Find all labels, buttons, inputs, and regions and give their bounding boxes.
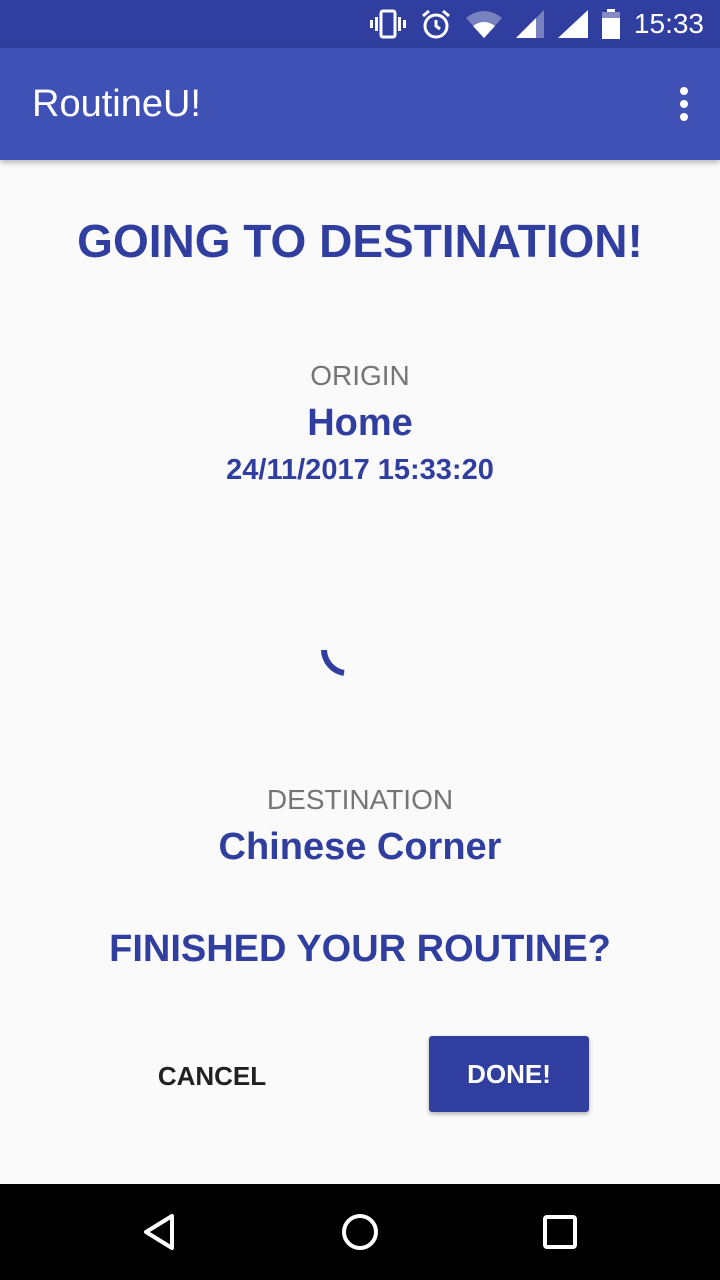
status-time: 15:33 (633, 8, 704, 39)
page-title: GOING TO DESTINATION! (77, 215, 643, 267)
done-button[interactable]: DONE! (429, 1036, 589, 1112)
recents-icon[interactable] (536, 1208, 584, 1256)
finished-question: FINISHED YOUR ROUTINE? (109, 928, 611, 970)
origin-timestamp: 24/11/2017 15:33:20 (226, 454, 494, 486)
battery-icon (601, 9, 620, 39)
home-icon[interactable] (336, 1208, 384, 1256)
signal-icon (557, 10, 588, 38)
origin-label: ORIGIN (310, 360, 410, 391)
status-bar: 15:33 (0, 0, 720, 48)
signal-icon (515, 10, 544, 38)
destination-label: DESTINATION (266, 784, 454, 815)
app-title: RoutineU! (32, 83, 201, 125)
status-icons: 15:33 (369, 0, 704, 48)
destination-name: Chinese Corner (218, 826, 502, 868)
origin-name: Home (307, 402, 413, 444)
loading-spinner-icon (321, 649, 345, 676)
cancel-button[interactable]: CANCEL (130, 1040, 294, 1112)
app-bar: RoutineU! (0, 48, 720, 160)
wifi-icon (465, 11, 502, 38)
back-icon[interactable] (136, 1208, 184, 1256)
navigation-bar (0, 1184, 720, 1280)
vibrate-icon (369, 9, 406, 39)
more-vert-icon[interactable] (672, 80, 696, 128)
alarm-icon (421, 9, 450, 39)
